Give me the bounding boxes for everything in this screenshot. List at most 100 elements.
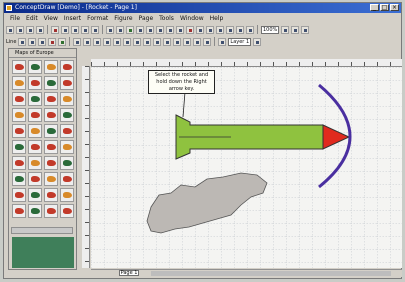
map-shape-icon[interactable] — [28, 76, 42, 90]
map-shape-icon[interactable] — [12, 140, 26, 154]
shadow-icon[interactable] — [73, 37, 82, 46]
snap-icon[interactable] — [173, 37, 182, 46]
close-icon[interactable]: × — [390, 4, 399, 11]
map-shape-icon[interactable] — [44, 156, 58, 170]
menu-page[interactable]: Page — [139, 14, 154, 23]
pointer-tool-icon[interactable] — [106, 25, 114, 34]
rectangle-tool-icon[interactable] — [146, 25, 154, 34]
copy-icon[interactable] — [61, 25, 69, 34]
minimize-icon[interactable]: _ — [370, 4, 379, 11]
line-color-icon[interactable] — [48, 37, 57, 46]
map-shape-icon[interactable] — [12, 60, 26, 74]
map-shape-icon[interactable] — [12, 76, 26, 90]
map-shape-icon[interactable] — [60, 140, 74, 154]
cut-icon[interactable] — [51, 25, 59, 34]
hyperlink-icon[interactable] — [193, 37, 202, 46]
menu-file[interactable]: File — [10, 14, 20, 23]
save-icon[interactable] — [26, 25, 34, 34]
layer-options-icon[interactable] — [253, 37, 262, 46]
properties-icon[interactable] — [203, 37, 212, 46]
send-back-icon[interactable] — [143, 37, 152, 46]
map-shape-icon[interactable] — [44, 108, 58, 122]
drawing-canvas[interactable]: Select the rocket and hold down the Righ… — [91, 67, 402, 268]
print-icon[interactable] — [36, 25, 44, 34]
menu-insert[interactable]: Insert — [64, 14, 81, 23]
menu-tools[interactable]: Tools — [159, 14, 174, 23]
open-icon[interactable] — [16, 25, 24, 34]
align-center-icon[interactable] — [93, 37, 102, 46]
horizontal-scrollbar[interactable] — [151, 271, 391, 276]
map-shape-icon[interactable] — [12, 172, 26, 186]
page-tab[interactable]: Page 1 — [119, 270, 139, 276]
map-shape-icon[interactable] — [44, 76, 58, 90]
map-shape-icon[interactable] — [60, 108, 74, 122]
map-shape-icon[interactable] — [44, 172, 58, 186]
map-shape-icon[interactable] — [28, 172, 42, 186]
map-shape-icon[interactable] — [12, 204, 26, 218]
zoom-out-icon[interactable] — [291, 25, 300, 34]
menu-edit[interactable]: Edit — [26, 14, 38, 23]
map-shape-icon[interactable] — [60, 204, 74, 218]
image-tool-icon[interactable] — [216, 25, 224, 34]
fill-color-icon[interactable] — [58, 37, 67, 46]
map-shape-icon[interactable] — [60, 188, 74, 202]
map-shape-icon[interactable] — [12, 124, 26, 138]
map-shape-icon[interactable] — [44, 60, 58, 74]
map-shape-icon[interactable] — [60, 60, 74, 74]
paste-icon[interactable] — [71, 25, 79, 34]
map-shape-icon[interactable] — [44, 140, 58, 154]
italic-icon[interactable] — [246, 25, 254, 34]
polygon-tool-icon[interactable] — [166, 25, 174, 34]
menu-window[interactable]: Window — [180, 14, 204, 23]
map-shape-icon[interactable] — [60, 92, 74, 106]
maximize-icon[interactable]: □ — [380, 4, 389, 11]
freehand-tool-icon[interactable] — [196, 25, 204, 34]
map-shape-icon[interactable] — [44, 204, 58, 218]
font-icon[interactable] — [226, 25, 234, 34]
menu-format[interactable]: Format — [87, 14, 108, 23]
zoom-select[interactable]: 100% — [261, 25, 280, 34]
group-icon[interactable] — [113, 37, 122, 46]
connector-tool-icon[interactable] — [186, 25, 194, 34]
map-shape-icon[interactable] — [28, 204, 42, 218]
menu-view[interactable]: View — [44, 14, 58, 23]
map-shape-icon[interactable] — [28, 140, 42, 154]
table-tool-icon[interactable] — [206, 25, 214, 34]
ungroup-icon[interactable] — [123, 37, 132, 46]
map-shape-icon[interactable] — [28, 156, 42, 170]
rotate-icon[interactable] — [153, 37, 162, 46]
bring-front-icon[interactable] — [133, 37, 142, 46]
redo-icon[interactable] — [91, 25, 99, 34]
map-shape-icon[interactable] — [60, 76, 74, 90]
line-style-icon[interactable] — [28, 37, 37, 46]
map-shape-icon[interactable] — [44, 92, 58, 106]
arrow-style-icon[interactable] — [38, 37, 47, 46]
line-tool-icon[interactable] — [126, 25, 134, 34]
zoom-in-icon[interactable] — [281, 25, 290, 34]
layers-icon[interactable] — [218, 37, 227, 46]
map-shape-icon[interactable] — [44, 124, 58, 138]
map-shape-icon[interactable] — [60, 124, 74, 138]
map-shape-icon[interactable] — [44, 188, 58, 202]
map-shape-icon[interactable] — [60, 172, 74, 186]
line-width-icon[interactable] — [18, 37, 27, 46]
arc-tool-icon[interactable] — [136, 25, 144, 34]
layer-select[interactable]: Layer 1 — [228, 37, 252, 46]
map-shape-icon[interactable] — [28, 60, 42, 74]
map-shape-icon[interactable] — [12, 108, 26, 122]
map-shape-icon[interactable] — [28, 92, 42, 106]
map-shape-icon[interactable] — [28, 188, 42, 202]
map-shape-icon[interactable] — [12, 156, 26, 170]
map-shape-icon[interactable] — [60, 156, 74, 170]
flip-icon[interactable] — [163, 37, 172, 46]
map-shape-icon[interactable] — [28, 108, 42, 122]
bold-icon[interactable] — [236, 25, 244, 34]
text-tool-icon[interactable] — [116, 25, 124, 34]
oval-tool-icon[interactable] — [156, 25, 164, 34]
align-right-icon[interactable] — [103, 37, 112, 46]
menu-figure[interactable]: Figure — [114, 14, 132, 23]
map-shape-icon[interactable] — [12, 92, 26, 106]
map-shape-icon[interactable] — [12, 188, 26, 202]
grid-icon[interactable] — [183, 37, 192, 46]
curve-tool-icon[interactable] — [176, 25, 184, 34]
